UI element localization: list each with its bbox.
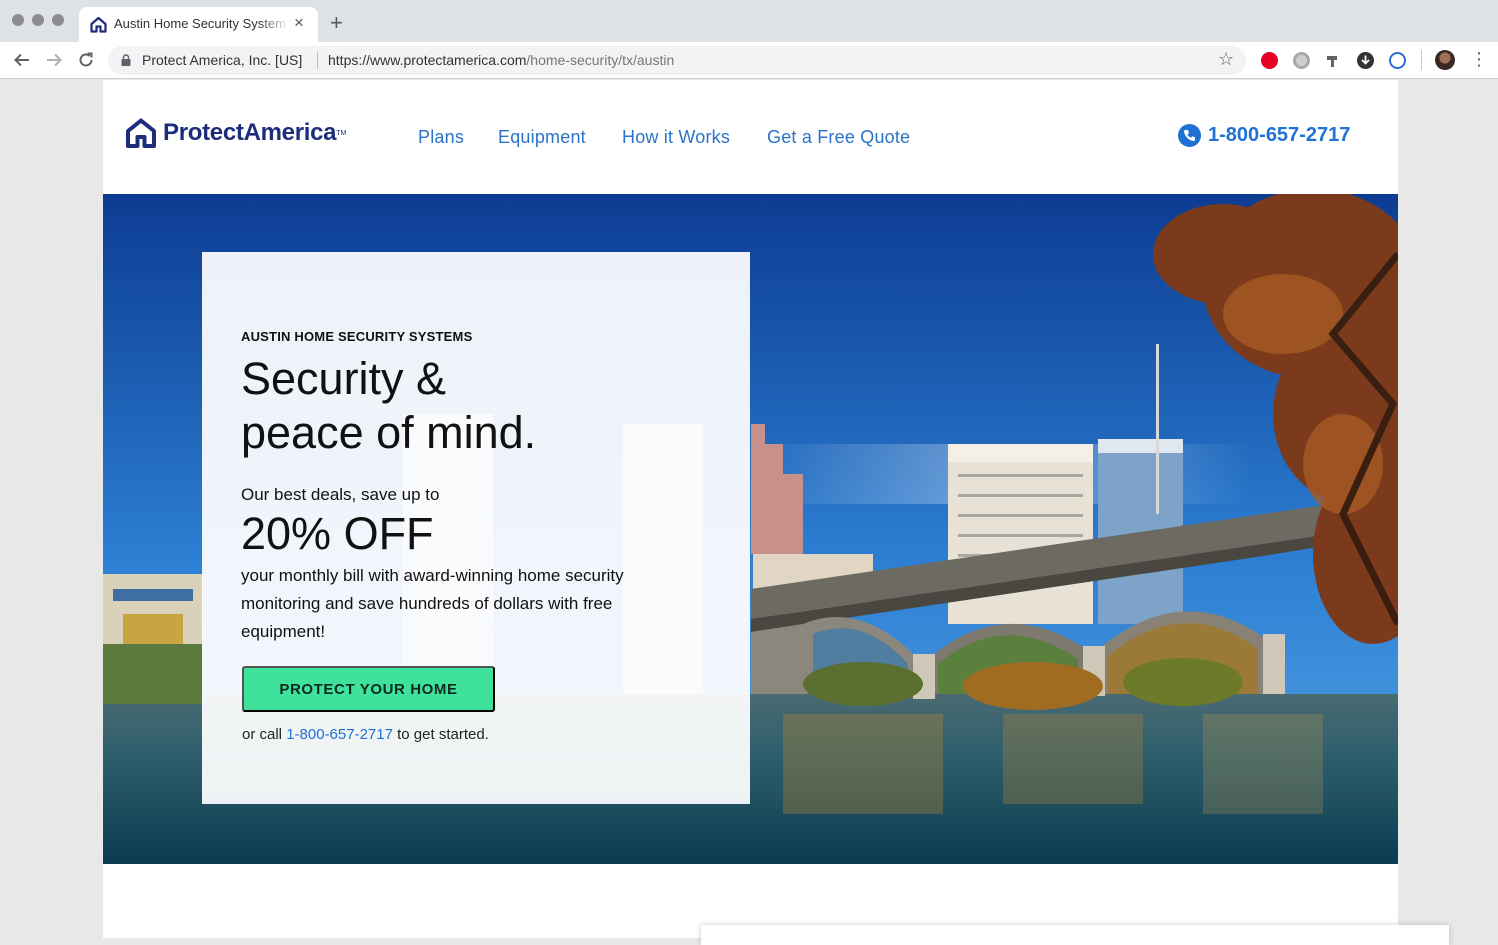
browser-tab-active[interactable]: Austin Home Security Systems × <box>79 7 318 42</box>
hero-eyebrow: AUSTIN HOME SECURITY SYSTEMS <box>241 329 473 344</box>
site-logo[interactable]: ProtectAmerica TM <box>125 118 346 148</box>
protect-your-home-button[interactable]: PROTECT YOUR HOME <box>242 666 495 712</box>
call-phone-link[interactable]: 1-800-657-2717 <box>286 726 393 743</box>
deal-description: your monthly bill with award-winning hom… <box>241 566 624 641</box>
pinterest-extension-icon[interactable] <box>1261 52 1278 69</box>
window-zoom-button[interactable] <box>52 14 64 26</box>
browser-menu-icon[interactable]: ⋮ <box>1470 48 1488 70</box>
call-line: or call 1-800-657-2717 to get started. <box>242 726 489 743</box>
window-close-button[interactable] <box>12 14 24 26</box>
browser-tabstrip: Austin Home Security Systems × + <box>0 0 1498 42</box>
address-bar[interactable]: Protect America, Inc. [US] https://www.p… <box>108 46 1246 75</box>
target-extension-icon[interactable] <box>1389 52 1406 69</box>
hero-headline: Security & peace of mind. <box>241 352 536 460</box>
hero-card: AUSTIN HOME SECURITY SYSTEMS Security & … <box>202 252 750 804</box>
lock-icon <box>121 54 131 66</box>
phone-icon <box>1178 124 1201 147</box>
url-path: /home-security/tx/austin <box>526 52 675 68</box>
lower-content-card <box>701 925 1449 945</box>
forward-arrow-icon[interactable] <box>42 49 66 71</box>
nav-link-how-it-works[interactable]: How it Works <box>622 127 730 148</box>
toolbar-divider <box>1421 50 1422 70</box>
deal-lead: Our best deals, save up to <box>241 485 440 504</box>
url-host: https://www.protectamerica.com <box>328 52 527 68</box>
hammer-extension-icon[interactable] <box>1325 52 1342 69</box>
call-suffix: to get started. <box>392 726 489 743</box>
deal-discount: 20% OFF <box>241 508 434 559</box>
nav-link-plans[interactable]: Plans <box>418 127 464 148</box>
window-minimize-button[interactable] <box>32 14 44 26</box>
site-header: ProtectAmerica TM Plans Equipment How it… <box>103 80 1398 194</box>
logo-trademark: TM <box>336 129 347 137</box>
house-favicon-icon <box>90 16 107 33</box>
tab-close-icon[interactable]: × <box>294 13 304 33</box>
profile-avatar[interactable] <box>1435 50 1455 70</box>
hero-banner: AUSTIN HOME SECURITY SYSTEMS Security & … <box>103 194 1398 864</box>
download-extension-icon[interactable] <box>1357 52 1374 69</box>
hero-headline-line2: peace of mind. <box>241 407 537 458</box>
bookmark-star-icon[interactable]: ☆ <box>1218 49 1234 70</box>
call-prefix: or call <box>242 726 287 743</box>
header-phone-number: 1-800-657-2717 <box>1208 124 1351 146</box>
header-phone[interactable]: 1-800-657-2717 <box>1178 124 1350 147</box>
page-content: ProtectAmerica TM Plans Equipment How it… <box>103 80 1449 945</box>
site-identity[interactable]: Protect America, Inc. [US] <box>142 52 302 68</box>
new-tab-button[interactable]: + <box>330 12 343 34</box>
url-text[interactable]: https://www.protectamerica.com/home-secu… <box>328 52 674 68</box>
reload-icon[interactable] <box>74 49 98 71</box>
nav-link-free-quote[interactable]: Get a Free Quote <box>767 127 910 148</box>
hero-headline-line1: Security & <box>241 353 447 404</box>
circle-extension-icon[interactable] <box>1293 52 1310 69</box>
house-logo-icon <box>126 118 156 148</box>
nav-link-equipment[interactable]: Equipment <box>498 127 586 148</box>
address-separator <box>317 52 318 69</box>
logo-wordmark: ProtectAmerica <box>163 119 337 146</box>
tab-title-fade <box>259 13 289 35</box>
browser-toolbar: Protect America, Inc. [US] https://www.p… <box>0 42 1498 79</box>
back-arrow-icon[interactable] <box>10 49 34 71</box>
